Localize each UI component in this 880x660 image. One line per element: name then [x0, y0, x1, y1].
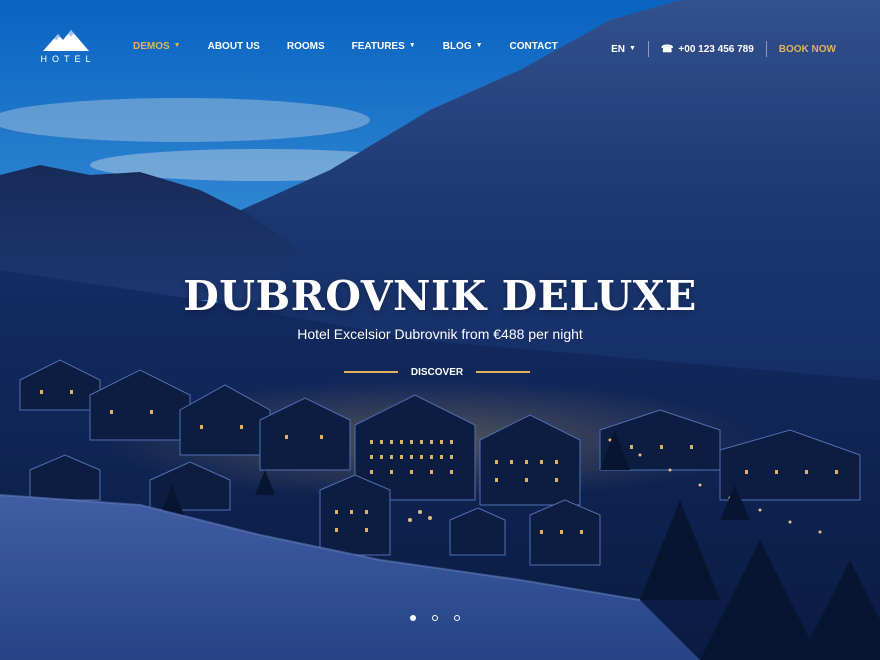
phone-number: +00 123 456 789 — [678, 43, 754, 55]
divider — [647, 41, 649, 57]
slider-dot[interactable] — [410, 615, 416, 621]
divider — [765, 41, 767, 57]
chevron-down-icon: ▼ — [408, 42, 416, 49]
decorative-line — [476, 371, 530, 373]
nav-item-label: ROOMS — [286, 41, 325, 52]
hero-subtitle: Hotel Excelsior Dubrovnik from €488 per … — [297, 326, 583, 342]
phone-icon: ☎ — [660, 43, 674, 55]
site-logo[interactable]: HOTEL — [36, 28, 96, 72]
language-selector[interactable]: EN ▼ — [611, 44, 636, 55]
language-label: EN — [611, 43, 626, 55]
nav-item-blog[interactable]: BLOG ▼ — [443, 41, 483, 52]
nav-item-rooms[interactable]: ROOMS — [287, 41, 325, 52]
mountain-icon — [43, 30, 89, 51]
decorative-line — [344, 371, 398, 373]
nav-item-label: DEMOS — [133, 41, 170, 52]
book-now-button[interactable]: BOOK NOW — [779, 44, 836, 55]
discover-button[interactable]: DISCOVER — [344, 362, 530, 382]
slider-dot[interactable] — [454, 615, 460, 621]
nav-item-about-us[interactable]: ABOUT US — [208, 41, 260, 52]
header-actions: EN ▼ ☎ +00 123 456 789 BOOK NOW — [611, 41, 836, 57]
slider-pagination — [410, 615, 460, 621]
discover-label: DISCOVER — [410, 366, 464, 378]
chevron-down-icon: ▼ — [475, 42, 483, 49]
nav-item-label: CONTACT — [509, 41, 558, 52]
nav-item-label: FEATURES — [351, 41, 405, 52]
nav-item-label: BLOG — [442, 41, 472, 52]
slider-dot[interactable] — [432, 615, 438, 621]
chevron-down-icon: ▼ — [173, 42, 181, 49]
hero-title: DUBROVNIK DELUXE — [183, 272, 697, 320]
nav-item-demos[interactable]: DEMOS ▼ — [133, 41, 181, 52]
main-nav: DEMOS ▼ ABOUT US ROOMS FEATURES ▼ BLOG ▼… — [133, 41, 585, 52]
logo-text: HOTEL — [40, 54, 96, 64]
phone-link[interactable]: ☎ +00 123 456 789 — [661, 44, 754, 55]
nav-item-contact[interactable]: CONTACT — [510, 41, 558, 52]
nav-item-label: ABOUT US — [207, 41, 260, 52]
site-header: HOTEL DEMOS ▼ ABOUT US ROOMS FEATURES ▼ … — [0, 0, 880, 100]
chevron-down-icon: ▼ — [629, 44, 636, 52]
nav-item-features[interactable]: FEATURES ▼ — [352, 41, 416, 52]
